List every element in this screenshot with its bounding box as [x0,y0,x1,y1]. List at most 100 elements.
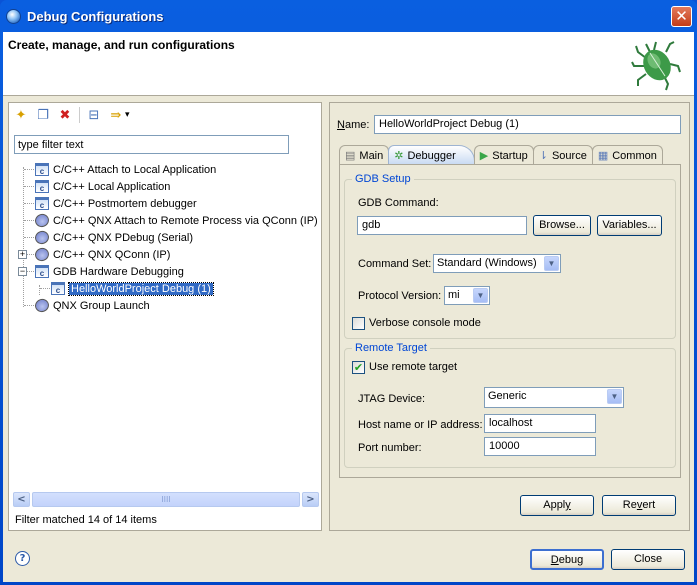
tree-item-selected[interactable]: c HelloWorldProject Debug (1) [14,280,319,297]
header-title: Create, manage, and run configurations [8,38,235,52]
revert-button[interactable]: Revert [602,495,676,516]
delete-icon[interactable]: ✖ [57,107,73,123]
filter-input[interactable] [14,135,289,154]
qnx-icon [33,245,51,264]
bug-icon [631,41,681,91]
filter-icon[interactable]: ⇛ [108,107,124,123]
debugger-tab-icon: ✲ [394,150,404,162]
configuration-list-pane: ✦ ❐ ✖ ⊟ ⇛ ▾ c C/C++ Attach to Local Appl… [8,102,322,531]
jtag-device-value: Generic [488,390,527,402]
collapse-icon[interactable]: − [18,267,27,276]
tab-debugger[interactable]: ✲ Debugger [388,145,475,165]
tree-item-label: GDB Hardware Debugging [53,265,184,278]
tree-line [24,237,34,238]
tree-item[interactable]: c C/C++ Local Application [14,178,319,195]
duplicate-icon[interactable]: ❐ [35,107,51,123]
group-title: GDB Setup [352,173,414,185]
close-button[interactable]: Close [611,549,685,570]
tree-line [24,186,34,187]
tab-label: Common [612,149,657,162]
host-input[interactable]: localhost [484,414,596,433]
dialog-client: Create, manage, and run configurations ✦… [3,32,694,582]
tree-item-label: C/C++ QNX Attach to Remote Process via Q… [53,214,318,227]
chevron-down-icon[interactable]: ▼ [544,256,559,271]
tab-startup[interactable]: ▶ Startup [473,145,534,165]
close-window-button[interactable]: ✕ [671,6,692,27]
c-icon: c [34,265,50,279]
dialog-header: Create, manage, and run configurations [3,32,694,96]
jtag-device-label: JTAG Device: [358,393,426,405]
tree-item[interactable]: + C/C++ QNX QConn (IP) [14,245,319,264]
main-tab-icon: ▤ [345,150,356,162]
jtag-device-select[interactable]: Generic ▼ [484,387,624,408]
horizontal-scrollbar[interactable]: < IIII > [13,491,319,508]
tree-item[interactable]: c C/C++ Postmortem debugger [14,195,319,212]
expand-icon[interactable]: + [18,250,27,259]
title-bar: Debug Configurations ✕ [0,0,697,32]
tree-item[interactable]: c C/C++ Attach to Local Application [14,161,319,178]
chevron-down-icon[interactable]: ▼ [473,288,488,303]
browse-button[interactable]: Browse... [533,215,591,236]
group-title: Remote Target [352,342,430,354]
c-icon: c [34,197,50,211]
scroll-left-button[interactable]: < [13,492,30,507]
tab-source[interactable]: ⇂ Source [532,145,593,165]
command-set-select[interactable]: Standard (Windows) ▼ [433,254,561,273]
window-title: Debug Configurations [27,8,164,24]
tree-item-label: C/C++ QNX QConn (IP) [53,248,171,261]
name-label: Name: [337,119,370,131]
use-remote-checkbox[interactable]: ✔ [352,361,365,374]
port-label: Port number: [358,442,422,454]
configuration-tree: c C/C++ Attach to Local Application c C/… [14,161,319,315]
use-remote-label: Use remote target [369,361,458,373]
variables-button[interactable]: Variables... [597,215,662,236]
remote-target-group: Remote Target ✔ Use remote target JTAG D… [344,342,676,468]
chevron-down-icon[interactable]: ▼ [607,389,622,404]
filter-dropdown-icon[interactable]: ▾ [125,110,130,120]
c-icon: c [34,180,50,194]
collapse-all-icon[interactable]: ⊟ [86,107,102,123]
c-icon: c [50,282,66,296]
debugger-tab-content: GDB Setup GDB Command: gdb Browse... Var… [339,164,681,478]
protocol-version-value: mi [448,289,460,301]
debug-button[interactable]: Debug [530,549,604,570]
tree-item-label: C/C++ Postmortem debugger [53,197,197,210]
tree-line [24,203,34,204]
name-input[interactable]: HelloWorldProject Debug (1) [374,115,681,134]
eclipse-icon [6,8,21,24]
gdb-setup-group: GDB Setup GDB Command: gdb Browse... Var… [344,173,676,339]
verbose-checkbox[interactable] [352,317,365,330]
tab-common[interactable]: ▦ Common [591,145,663,165]
tree-line [24,305,34,306]
command-set-value: Standard (Windows) [437,257,537,269]
host-label: Host name or IP address: [358,419,483,431]
tree-item-label: C/C++ Attach to Local Application [53,163,217,176]
port-input[interactable]: 10000 [484,437,596,456]
tab-label: Source [551,149,587,162]
toolbar-separator [79,107,80,123]
scroll-thumb[interactable]: IIII [32,492,300,507]
configuration-editor-pane: Name: HelloWorldProject Debug (1) ▤ Main… [329,102,690,531]
apply-button[interactable]: Apply [520,495,594,516]
qnx-icon [33,228,51,247]
tree-item-label: C/C++ QNX PDebug (Serial) [53,231,193,244]
verbose-label: Verbose console mode [369,317,481,329]
startup-tab-icon: ▶ [479,150,489,162]
help-icon[interactable]: ? [15,551,30,566]
tree-item[interactable]: C/C++ QNX PDebug (Serial) [14,228,319,247]
source-tab-icon: ⇂ [538,150,548,162]
qnx-icon [33,296,51,315]
protocol-version-select[interactable]: mi ▼ [444,286,490,305]
scroll-right-button[interactable]: > [302,492,319,507]
tab-main[interactable]: ▤ Main [339,145,390,165]
tree-item[interactable]: QNX Group Launch [14,296,319,315]
command-set-label: Command Set: [358,258,432,270]
tree-item[interactable]: C/C++ QNX Attach to Remote Process via Q… [14,211,319,230]
tree-item[interactable]: − c GDB Hardware Debugging [14,263,319,280]
dialog-window: Debug Configurations ✕ Create, manage, a… [0,0,697,585]
tree-line [24,220,34,221]
c-icon: c [34,163,50,177]
new-configuration-icon[interactable]: ✦ [13,107,29,123]
gdb-command-input[interactable]: gdb [357,216,527,235]
tree-item-label: HelloWorldProject Debug (1) [68,281,214,296]
